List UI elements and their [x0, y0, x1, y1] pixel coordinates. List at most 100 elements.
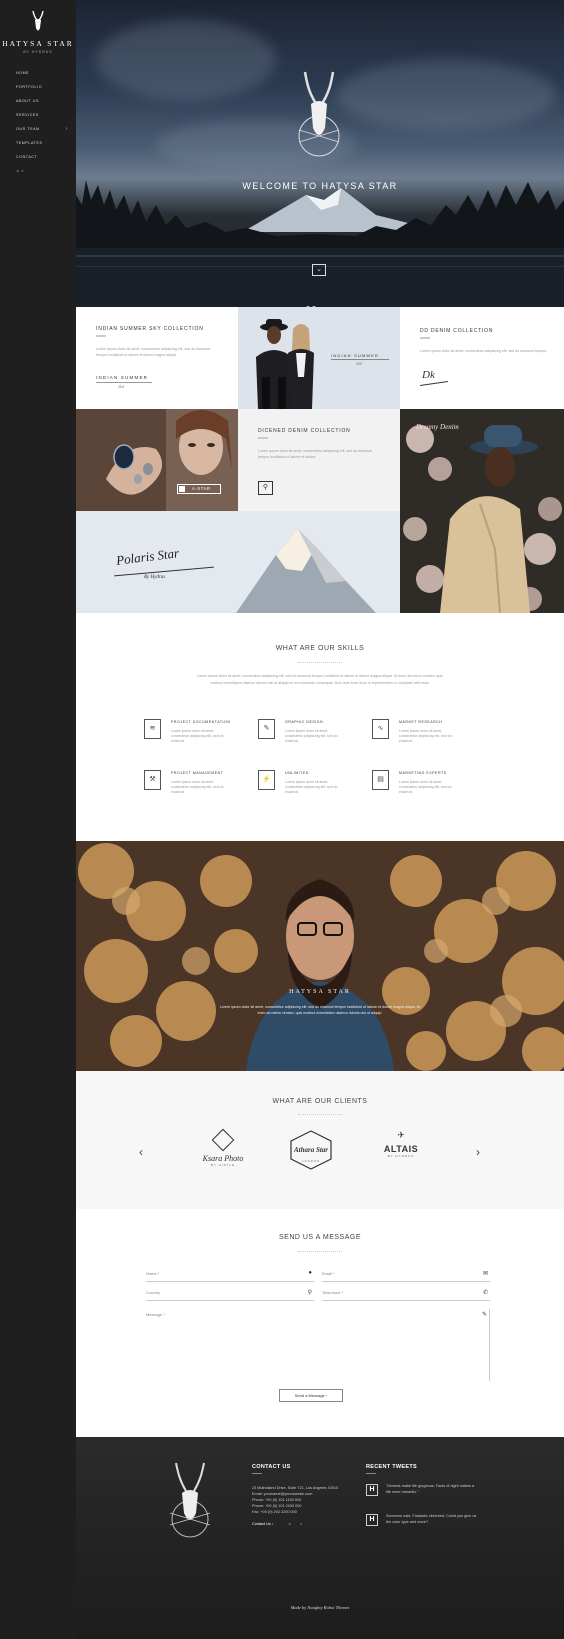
hero-slider-dots	[306, 297, 318, 307]
phone-icon: ✆	[482, 1290, 488, 1296]
rings-photo[interactable]: A-STAR	[76, 409, 238, 511]
client-sub: LONDON	[302, 1159, 320, 1163]
dreamy-denim-signature: Dreamy Denim	[416, 423, 459, 431]
dd-denim-text: Lorem ipsum dolor sit amet, consectetur …	[420, 349, 547, 353]
footer-share-icon[interactable]: <	[300, 1521, 302, 1527]
client-name: Ksara Photo	[202, 1154, 244, 1163]
skill-title: MARKET RESEARCH	[399, 720, 443, 724]
email-field[interactable]: Email * ✉	[322, 1268, 490, 1282]
client-name: Athara Star	[293, 1146, 329, 1154]
client-athara[interactable]: Athara Star LONDON	[276, 1130, 346, 1180]
music-icon[interactable]: ♫	[16, 168, 19, 173]
nav-item-about[interactable]: About Us	[16, 99, 72, 113]
tweet-text: Someone said, Fantastic sketched, Could …	[386, 1514, 477, 1524]
send-message-button[interactable]: Send a Message ›	[279, 1389, 343, 1402]
footer-contact-link[interactable]: Contact Us ›	[252, 1521, 273, 1527]
share-icon[interactable]: <	[21, 168, 23, 173]
polaris-by: By Hydrus	[144, 575, 166, 580]
scroll-down-button[interactable]: ⌄	[312, 264, 326, 276]
client-name: ALTAIS	[383, 1144, 419, 1154]
indian-summer-text: Lorem ipsum dolor sit amet, consectetur …	[96, 347, 210, 357]
chevron-right-icon: ›	[325, 1393, 328, 1398]
antelope-logo-icon	[32, 10, 44, 31]
contact-link-label: Contact Us	[252, 1522, 271, 1526]
chevron-down-icon: ⌄	[316, 266, 322, 273]
tweet-avatar: H	[366, 1514, 378, 1526]
chart-icon: ∿	[372, 719, 389, 739]
banner-logo: HATYSA STAR	[289, 989, 351, 995]
message-field[interactable]: Message * ✎	[146, 1309, 490, 1381]
footer-fax: Fax: +00 (0) 202 2200 000	[252, 1510, 297, 1514]
skill-title: PROJECT DOCUMENTATION	[171, 720, 231, 724]
polaris-banner[interactable]: Polaris Star By Hydrus	[76, 511, 400, 613]
main-content: WELCOME TO HATYSA STAR ⌄ INDIAN SUMMER S…	[76, 0, 564, 1639]
skills-intro: Lorem ipsum dolor sit amet, consectetur …	[197, 674, 443, 685]
bars-icon: ▤	[372, 770, 389, 790]
compass-icon: ⚒	[144, 770, 161, 790]
nav-item-portfolio[interactable]: Portfolio	[16, 85, 72, 99]
bird-logo-icon: ✈	[397, 1130, 405, 1140]
main-nav: Home Portfolio About Us Services Our Tea…	[16, 71, 72, 169]
hat-man-photo-image	[400, 409, 564, 613]
client-ksara[interactable]: Ksara Photo BY HISTLE	[189, 1128, 257, 1180]
clients-next-button[interactable]: ›	[476, 1145, 480, 1159]
skill-title: UNLIMITED	[285, 771, 309, 775]
divider	[252, 1473, 262, 1474]
photo1-year: 2k4	[356, 361, 362, 366]
bearded-man-banner: HATYSA STAR Lorem ipsum dolor sit amet, …	[76, 841, 564, 1071]
footer-skull-logo-icon	[169, 1462, 211, 1538]
hat-man-photo[interactable]: Dreamy Denim	[400, 409, 564, 613]
antelope-badge-icon[interactable]: ⚲	[258, 481, 273, 495]
contact-divider	[298, 1251, 342, 1253]
layers-icon: ≋	[144, 719, 161, 739]
skill-text: Lorem ipsum dolor sit amet, consectetur …	[285, 729, 338, 743]
chevron-right-icon: ›	[65, 126, 68, 132]
a-star-logo-icon	[179, 486, 185, 492]
indian-summer-year: 2k4	[118, 384, 124, 389]
tweet-text: "Dreams make life gorgeous, Facts of nig…	[386, 1484, 475, 1494]
nav-item-services[interactable]: Services	[16, 113, 72, 127]
recent-tweets-title: RECENT TWEETS	[366, 1464, 417, 1470]
skill-text: Lorem ipsum dolor sit amet, consectetur …	[399, 780, 452, 794]
nav-item-team[interactable]: Our Team ›	[16, 126, 72, 141]
lightning-icon: ⚡	[258, 770, 275, 790]
couple-photo[interactable]: INDIAN SUMMER 2k4	[238, 307, 400, 409]
divider	[366, 1473, 376, 1474]
tweet-avatar: H	[366, 1484, 378, 1496]
nav-item-contact[interactable]: Contact	[16, 155, 72, 169]
user-icon: ●	[308, 1270, 312, 1276]
pencil-icon: ✎	[481, 1312, 487, 1318]
location-pin-icon: ⚲	[307, 1290, 312, 1296]
skill-title: MARKETING EXPERTS	[399, 771, 447, 775]
country-field[interactable]: Country ⚲	[146, 1287, 314, 1301]
sidebar: HATYSA STAR BY HYDRUS Home Portfolio Abo…	[0, 0, 76, 1639]
clients-prev-button[interactable]: ‹	[139, 1145, 143, 1159]
dicened-heading: DICENED DENIM COLLECTION	[258, 428, 351, 434]
divider	[96, 335, 106, 337]
skill-title: GRAPHIC DESIGN	[285, 720, 324, 724]
photo1-caption: INDIAN SUMMER	[331, 353, 380, 358]
skills-title: WHAT ARE OUR SKILLS	[275, 645, 365, 652]
skill-text: Lorem ipsum dolor sit amet, consectetur …	[171, 729, 224, 743]
nav-item-templates[interactable]: Templates	[16, 141, 72, 155]
telephone-placeholder: Telephone *	[322, 1290, 344, 1295]
photo1-caption-line	[331, 359, 389, 360]
logo-title: HATYSA STAR	[2, 39, 74, 48]
site-logo[interactable]: HATYSA STAR BY HYDRUS	[0, 10, 76, 54]
clients-title: WHAT ARE OUR CLIENTS	[272, 1098, 368, 1105]
dicened-denim-panel: DICENED DENIM COLLECTION Lorem ipsum dol…	[238, 409, 400, 511]
name-placeholder: Name *	[146, 1271, 160, 1276]
social-links: ♫ <	[16, 168, 24, 173]
telephone-field[interactable]: Telephone * ✆	[322, 1287, 490, 1301]
envelope-icon: ✉	[482, 1271, 488, 1277]
client-altais[interactable]: ✈ ALTAIS BY HYDRUS	[366, 1130, 436, 1180]
skill-text: Lorem ipsum dolor sit amet, consectetur …	[171, 780, 224, 794]
indian-summer-panel: INDIAN SUMMER SKY COLLECTION Lorem ipsum…	[76, 307, 238, 409]
dicened-text: Lorem ipsum dolor sit amet, consectetur …	[258, 449, 372, 459]
message-placeholder: Message *	[146, 1312, 165, 1317]
skill-text: Lorem ipsum dolor sit amet, consectetur …	[285, 780, 338, 794]
nav-item-home[interactable]: Home	[16, 71, 72, 85]
footer-music-icon[interactable]: ♫	[288, 1521, 291, 1527]
divider	[258, 437, 268, 439]
name-field[interactable]: Name * ●	[146, 1268, 314, 1282]
